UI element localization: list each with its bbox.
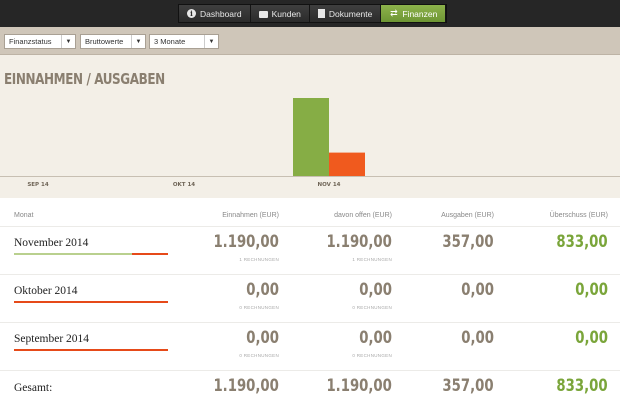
income-expense-chart: SEP 14 OKT 14 NOV 14 (27, 98, 365, 188)
row-income-count: 0 RECHNUNGEN (239, 353, 279, 358)
table-row[interactable]: Oktober 2014 0,00 0 RECHNUNGEN 0,00 0 RE… (0, 274, 620, 322)
total-label: Gesamt: (14, 382, 53, 394)
view-select[interactable]: Finanzstatus ▼ (4, 34, 76, 49)
chevron-down-icon: ▼ (61, 35, 75, 48)
nav-kunden[interactable]: Kunden (250, 5, 310, 22)
bar-ausgaben-2[interactable] (329, 152, 365, 176)
chevron-down-icon: ▼ (131, 35, 145, 48)
header-month: Monat (14, 212, 34, 219)
row-open: 0,00 (359, 280, 392, 300)
row-income-count: 1 RECHNUNGEN (239, 257, 279, 262)
nav-dashboard[interactable]: i Dashboard (179, 5, 251, 22)
total-row: Gesamt: 1.190,00 1.190,00 357,00 833,00 (0, 370, 620, 416)
values-select-value: Bruttowerte (85, 37, 124, 46)
header-surplus: Überschuss (EUR) (549, 212, 608, 219)
total-open: 1.190,00 (326, 376, 392, 396)
row-income: 0,00 (246, 280, 279, 300)
nav-kunden-label: Kunden (271, 8, 301, 19)
total-surplus: 833,00 (556, 376, 608, 396)
row-surplus: 0,00 (575, 280, 608, 300)
row-income-count: 0 RECHNUNGEN (239, 305, 279, 310)
briefcase-icon (258, 10, 268, 18)
header-expenses: Ausgaben (EUR) (441, 212, 494, 219)
expense-share-bar (132, 253, 168, 255)
period-select[interactable]: 3 Monate ▼ (149, 34, 219, 49)
expense-share-bar (14, 301, 168, 303)
nav-dokumente[interactable]: Dokumente (309, 5, 382, 22)
x-tick-label: NOV 14 (318, 182, 341, 188)
nav-dashboard-label: Dashboard (200, 8, 242, 19)
bar-einnahmen-2[interactable] (293, 98, 329, 176)
info-icon: i (187, 9, 196, 18)
row-income: 1.190,00 (213, 232, 279, 252)
finance-table: Monat Einnahmen (EUR) davon offen (EUR) … (0, 198, 620, 416)
header-income: Einnahmen (EUR) (222, 212, 279, 219)
chevron-down-icon: ▼ (204, 35, 218, 48)
top-navigation-bar: i Dashboard Kunden Dokumente ⇄ Finanzen (0, 0, 620, 27)
nav-finanzen-label: Finanzen (402, 8, 438, 19)
x-tick-label: SEP 14 (27, 182, 48, 188)
swap-icon: ⇄ (390, 8, 398, 18)
row-surplus: 833,00 (556, 232, 608, 252)
row-expenses: 357,00 (442, 232, 494, 252)
nav-finanzen[interactable]: ⇄ Finanzen (381, 5, 447, 22)
view-select-value: Finanzstatus (9, 37, 52, 46)
main-nav: i Dashboard Kunden Dokumente ⇄ Finanzen (178, 4, 448, 23)
row-open-count: 0 RECHNUNGEN (352, 305, 392, 310)
nav-dokumente-label: Dokumente (328, 8, 373, 19)
row-open-count: 0 RECHNUNGEN (352, 353, 392, 358)
document-icon (317, 9, 325, 18)
row-income: 0,00 (246, 328, 279, 348)
total-income: 1.190,00 (213, 376, 279, 396)
header-open: davon offen (EUR) (334, 212, 392, 219)
row-open: 1.190,00 (326, 232, 392, 252)
chart-area: EINNAHMEN / AUSGABEN SEP 14 OKT 14 NOV 14 (0, 56, 620, 196)
row-month: September 2014 (14, 333, 90, 345)
values-select[interactable]: Bruttowerte ▼ (80, 34, 146, 49)
row-month: November 2014 (14, 237, 89, 249)
x-tick-label: OKT 14 (173, 182, 195, 188)
filter-bar: Finanzstatus ▼ Bruttowerte ▼ 3 Monate ▼ (0, 27, 620, 55)
income-share-bar (14, 253, 132, 255)
row-expenses: 0,00 (461, 328, 494, 348)
row-surplus: 0,00 (575, 328, 608, 348)
period-select-value: 3 Monate (154, 37, 186, 46)
table-row[interactable]: September 2014 0,00 0 RECHNUNGEN 0,00 0 … (0, 322, 620, 370)
expense-share-bar (14, 349, 168, 351)
row-expenses: 0,00 (461, 280, 494, 300)
row-open-count: 1 RECHNUNGEN (352, 257, 392, 262)
row-month: Oktober 2014 (14, 285, 78, 297)
row-open: 0,00 (359, 328, 392, 348)
total-expenses: 357,00 (442, 376, 494, 396)
table-row[interactable]: November 2014 1.190,00 1 RECHNUNGEN 1.19… (0, 226, 620, 274)
